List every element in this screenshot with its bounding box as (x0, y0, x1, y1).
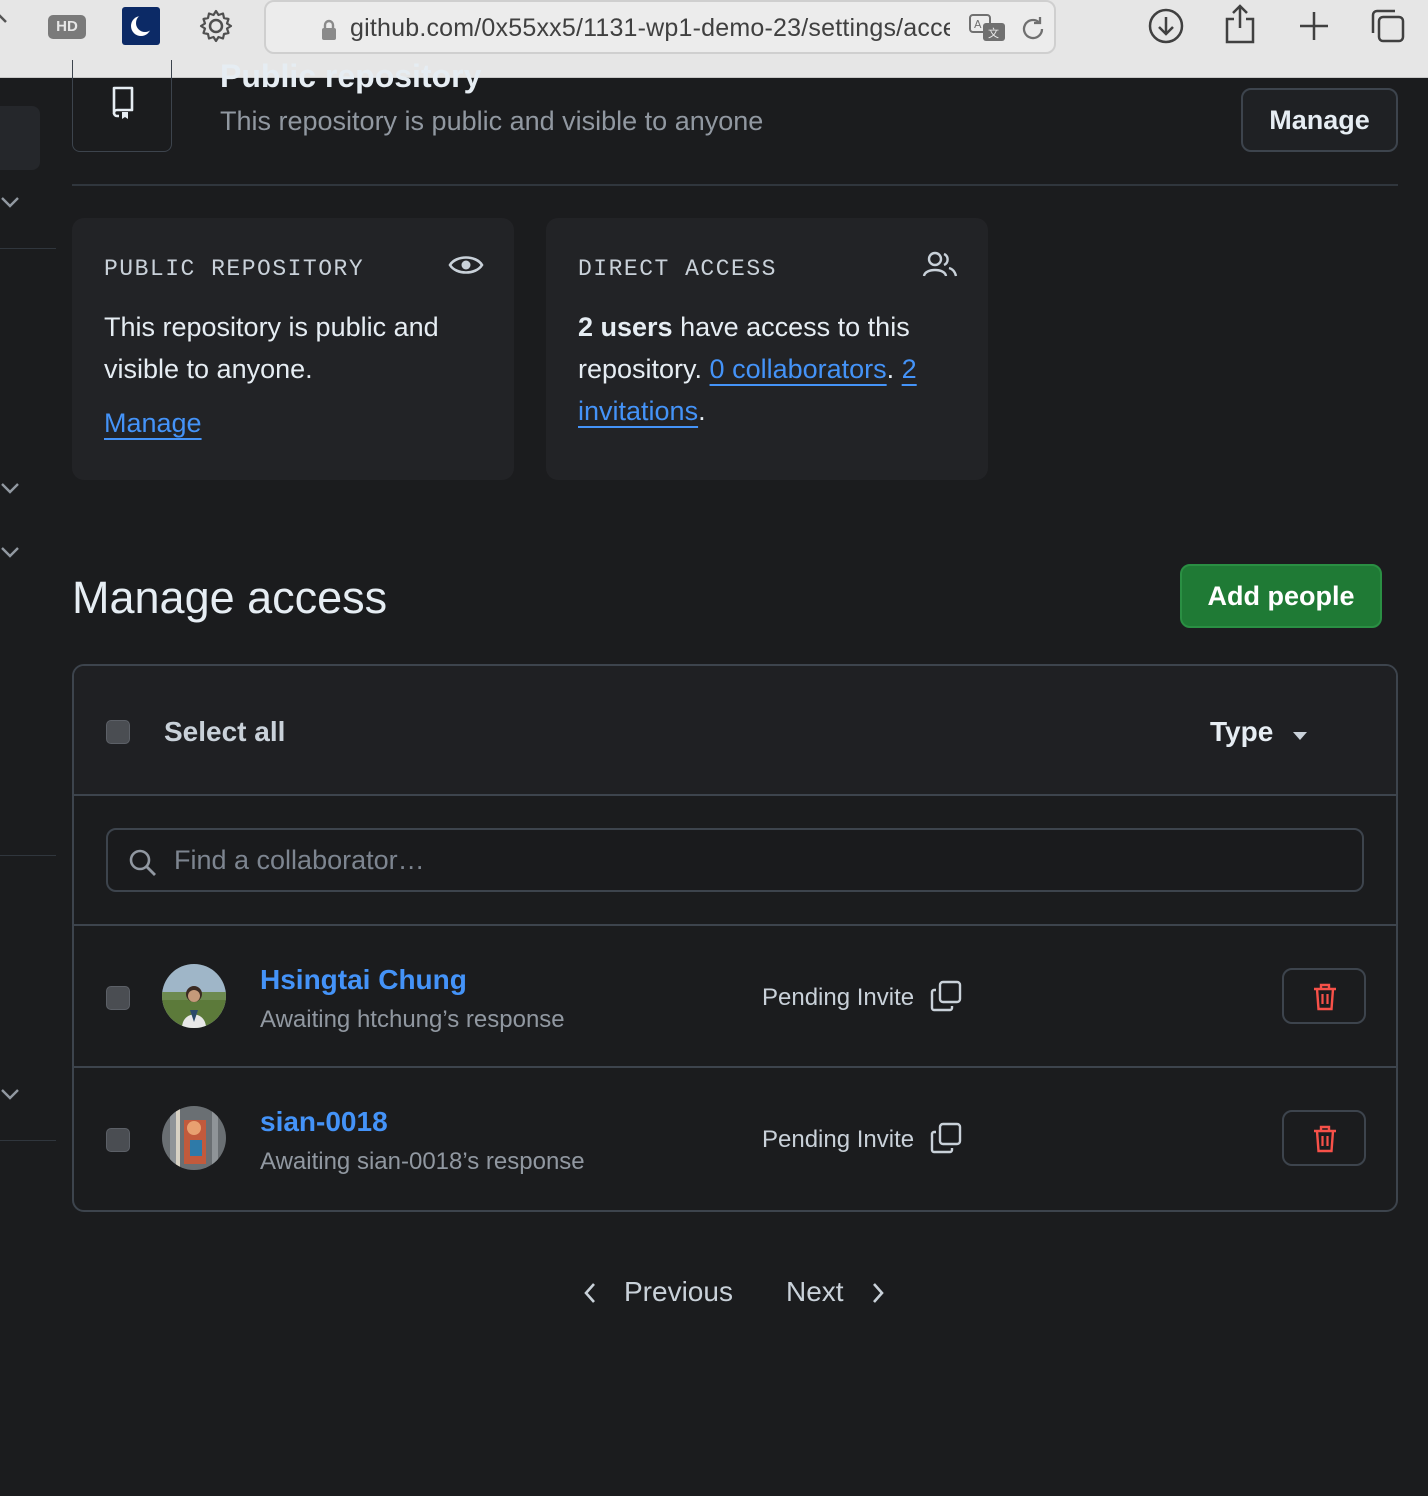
collaborator-name[interactable]: Hsingtai Chung (260, 964, 467, 996)
visibility-description: This repository is public and visible to… (220, 106, 764, 136)
eye-icon (448, 250, 484, 285)
hd-badge-icon[interactable]: HD (48, 15, 86, 39)
type-filter-dropdown[interactable]: Type (1210, 716, 1273, 748)
gear-icon[interactable] (197, 8, 235, 44)
new-tab-icon[interactable] (1294, 6, 1334, 46)
end-text: . (698, 396, 706, 426)
search-box[interactable] (106, 828, 1364, 892)
chevron-down-icon[interactable] (0, 194, 22, 210)
repo-icon-box (72, 60, 172, 152)
card-body: 2 users have access to this repository. … (578, 306, 968, 432)
svg-text:文: 文 (988, 26, 999, 40)
pending-invite-badge: Pending Invite (762, 984, 915, 1011)
collaborators-link[interactable]: 0 collaborators (710, 354, 887, 384)
select-all-label[interactable]: Select all (164, 716, 285, 748)
sidebar-toggle-icon[interactable] (0, 10, 10, 40)
row-checkbox[interactable] (106, 1128, 130, 1152)
svg-text:A: A (974, 18, 982, 31)
collaborators-panel: Select all Type Hsingtai Chung Awaiting … (72, 664, 1398, 1212)
copy-icon[interactable] (930, 980, 962, 1017)
collaborator-row: sian-0018 Awaiting sian-0018’s response … (74, 1068, 1396, 1210)
translate-icon[interactable]: A文 (968, 12, 1008, 44)
search-row (74, 796, 1396, 926)
pending-invite-badge: Pending Invite (762, 1126, 915, 1153)
browser-toolbar: HD github.com/0x55xx5/1131-wp1-demo-23/s… (0, 0, 1428, 78)
separator-text: . (886, 354, 902, 384)
users-count: 2 users (578, 312, 673, 342)
copy-icon[interactable] (930, 1122, 962, 1159)
sidebar-divider (0, 1140, 56, 1141)
panel-header: Select all Type (74, 666, 1396, 796)
address-bar[interactable]: github.com/0x55xx5/1131-wp1-demo-23/sett… (264, 0, 1056, 54)
sidebar-divider (0, 855, 56, 856)
manage-visibility-button[interactable]: Manage (1241, 88, 1398, 152)
sidebar-active-item[interactable] (0, 106, 40, 170)
collaborator-status: Awaiting htchung’s response (260, 1006, 565, 1033)
manage-link[interactable]: Manage (104, 408, 202, 439)
trash-icon (1314, 1125, 1336, 1153)
remove-collaborator-button[interactable] (1282, 1110, 1366, 1166)
previous-page-button[interactable]: Previous (624, 1276, 733, 1308)
visibility-title: Public repository (220, 58, 482, 94)
card-label: PUBLIC REPOSITORY (104, 256, 365, 282)
sidebar-divider (0, 248, 56, 249)
collaborator-row: Hsingtai Chung Awaiting htchung’s respon… (74, 926, 1396, 1068)
search-collaborator-input[interactable] (172, 838, 1342, 882)
add-people-button[interactable]: Add people (1180, 564, 1382, 628)
share-icon[interactable] (1220, 2, 1260, 44)
download-icon[interactable] (1146, 6, 1186, 46)
row-checkbox[interactable] (106, 986, 130, 1010)
chevron-right-icon[interactable] (868, 1280, 888, 1311)
chevron-down-icon[interactable] (0, 480, 22, 496)
chevron-down-icon[interactable] (0, 544, 22, 560)
select-all-checkbox[interactable] (106, 720, 130, 744)
caret-down-icon[interactable] (1292, 728, 1308, 746)
url-text[interactable]: github.com/0x55xx5/1131-wp1-demo-23/sett… (350, 14, 950, 44)
remove-collaborator-button[interactable] (1282, 968, 1366, 1024)
next-page-button[interactable]: Next (786, 1276, 844, 1308)
section-divider (72, 184, 1398, 186)
reload-icon[interactable] (1018, 14, 1048, 44)
people-icon (922, 250, 958, 285)
public-repository-card: PUBLIC REPOSITORY This repository is pub… (72, 218, 514, 480)
chevron-left-icon[interactable] (580, 1280, 600, 1311)
tab-overview-icon[interactable] (1368, 6, 1408, 46)
repo-icon (112, 86, 134, 119)
manage-access-title: Manage access (72, 572, 388, 623)
direct-access-card: DIRECT ACCESS 2 users have access to thi… (546, 218, 988, 480)
avatar[interactable] (162, 964, 226, 1028)
card-label: DIRECT ACCESS (578, 256, 777, 282)
trash-icon (1314, 983, 1336, 1011)
chevron-down-icon[interactable] (0, 1086, 22, 1102)
card-body: This repository is public and visible to… (104, 312, 439, 384)
lock-icon (320, 18, 338, 42)
avatar[interactable] (162, 1106, 226, 1170)
dark-mode-extension-icon[interactable] (122, 7, 160, 45)
collaborator-name[interactable]: sian-0018 (260, 1106, 388, 1138)
search-icon (129, 849, 156, 876)
collaborator-status: Awaiting sian-0018’s response (260, 1148, 585, 1175)
